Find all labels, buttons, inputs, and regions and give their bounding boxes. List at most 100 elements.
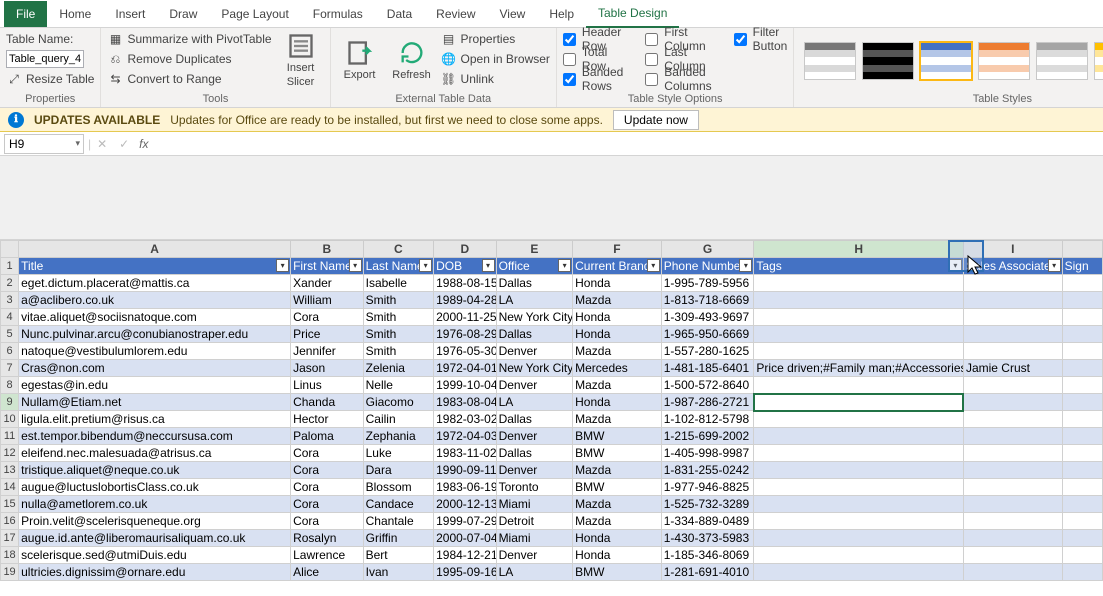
cell-E17[interactable]: Miami <box>496 530 573 547</box>
cell-extra-8[interactable] <box>1062 377 1102 394</box>
convert-range-button[interactable]: ⇆Convert to Range <box>107 70 271 88</box>
cell-G3[interactable]: 1-813-718-6669 <box>661 292 754 309</box>
cell-A19[interactable]: ultricies.dignissim@ornare.edu <box>19 564 291 581</box>
checkbox-header-row[interactable] <box>563 33 576 46</box>
cell-F18[interactable]: Honda <box>573 547 662 564</box>
cell-F4[interactable]: Honda <box>573 309 662 326</box>
cell-H5[interactable] <box>754 326 964 343</box>
cell-A4[interactable]: vitae.aliquet@sociisnatoque.com <box>19 309 291 326</box>
cell-C12[interactable]: Luke <box>363 445 434 462</box>
export-button[interactable]: Export <box>337 30 383 90</box>
cell-C11[interactable]: Zephania <box>363 428 434 445</box>
checkbox-last-column[interactable] <box>645 53 658 66</box>
cell-I3[interactable] <box>963 292 1062 309</box>
row-header-11[interactable]: 11 <box>1 428 19 445</box>
option-banded-rows[interactable]: Banded Rows <box>563 70 623 88</box>
filter-arrow-icon[interactable]: ▾ <box>1048 259 1061 272</box>
unlink-button[interactable]: ⛓Unlink <box>441 70 550 88</box>
filter-arrow-icon[interactable]: ▾ <box>482 259 495 272</box>
tab-view[interactable]: View <box>488 1 538 27</box>
cell-E6[interactable]: Denver <box>496 343 573 360</box>
cell-E11[interactable]: Denver <box>496 428 573 445</box>
column-header-D[interactable]: D <box>434 241 496 258</box>
cell-extra-18[interactable] <box>1062 547 1102 564</box>
cell-C18[interactable]: Bert <box>363 547 434 564</box>
filter-arrow-icon[interactable]: ▾ <box>949 259 962 272</box>
cell-H16[interactable] <box>754 513 964 530</box>
tab-page-layout[interactable]: Page Layout <box>209 1 300 27</box>
cell-B12[interactable]: Cora <box>291 445 364 462</box>
row-header-12[interactable]: 12 <box>1 445 19 462</box>
cell-B6[interactable]: Jennifer <box>291 343 364 360</box>
cell-C14[interactable]: Blossom <box>363 479 434 496</box>
cell-B4[interactable]: Cora <box>291 309 364 326</box>
cell-C19[interactable]: Ivan <box>363 564 434 581</box>
cell-A2[interactable]: eget.dictum.placerat@mattis.ca <box>19 275 291 292</box>
cell-I19[interactable] <box>963 564 1062 581</box>
row-header-3[interactable]: 3 <box>1 292 19 309</box>
cell-B15[interactable]: Cora <box>291 496 364 513</box>
cell-D11[interactable]: 1972-04-03 <box>434 428 496 445</box>
cell-G15[interactable]: 1-525-732-3289 <box>661 496 754 513</box>
cell-extra-5[interactable] <box>1062 326 1102 343</box>
row-header-6[interactable]: 6 <box>1 343 19 360</box>
cell-F11[interactable]: BMW <box>573 428 662 445</box>
table-style-swatch-0[interactable] <box>804 42 856 80</box>
cell-B17[interactable]: Rosalyn <box>291 530 364 547</box>
row-header-8[interactable]: 8 <box>1 377 19 394</box>
cell-F2[interactable]: Honda <box>573 275 662 292</box>
tab-table-design[interactable]: Table Design <box>586 0 679 28</box>
cell-extra-7[interactable] <box>1062 360 1102 377</box>
open-browser-button[interactable]: 🌐Open in Browser <box>441 50 550 68</box>
cell-D4[interactable]: 2000-11-25 <box>434 309 496 326</box>
cell-B18[interactable]: Lawrence <box>291 547 364 564</box>
cell-H9[interactable] <box>754 394 964 411</box>
cell-G18[interactable]: 1-185-346-8069 <box>661 547 754 564</box>
cell-A16[interactable]: Proin.velit@scelerisqueneque.org <box>19 513 291 530</box>
cell-H7[interactable]: Price driven;#Family man;#Accessories <box>754 360 964 377</box>
cell-I6[interactable] <box>963 343 1062 360</box>
cell-B14[interactable]: Cora <box>291 479 364 496</box>
ext-properties-button[interactable]: ▤Properties <box>441 30 550 48</box>
cell-I14[interactable] <box>963 479 1062 496</box>
cell-D13[interactable]: 1990-09-11 <box>434 462 496 479</box>
table-style-swatch-5[interactable] <box>1094 42 1103 80</box>
table-style-swatch-2[interactable] <box>920 42 972 80</box>
cell-H11[interactable] <box>754 428 964 445</box>
cell-E19[interactable]: LA <box>496 564 573 581</box>
cell-H13[interactable] <box>754 462 964 479</box>
column-header-A[interactable]: A <box>19 241 291 258</box>
cell-H10[interactable] <box>754 411 964 428</box>
cell-F12[interactable]: BMW <box>573 445 662 462</box>
cell-D7[interactable]: 1972-04-01 <box>434 360 496 377</box>
cell-D15[interactable]: 2000-12-13 <box>434 496 496 513</box>
filter-arrow-icon[interactable]: ▾ <box>276 259 289 272</box>
cell-D12[interactable]: 1983-11-02 <box>434 445 496 462</box>
fx-icon[interactable]: fx <box>139 137 148 151</box>
cell-F13[interactable]: Mazda <box>573 462 662 479</box>
cell-A8[interactable]: egestas@in.edu <box>19 377 291 394</box>
table-column-tags[interactable]: Tags▾ <box>754 258 964 275</box>
row-header-10[interactable]: 10 <box>1 411 19 428</box>
checkbox-total-row[interactable] <box>563 53 576 66</box>
select-all-corner[interactable] <box>1 241 19 258</box>
cell-F16[interactable]: Mazda <box>573 513 662 530</box>
table-column-last-name[interactable]: Last Name▾ <box>363 258 434 275</box>
cell-E12[interactable]: Dallas <box>496 445 573 462</box>
row-header-1[interactable]: 1 <box>1 258 19 275</box>
cell-H19[interactable] <box>754 564 964 581</box>
row-header-14[interactable]: 14 <box>1 479 19 496</box>
column-header-C[interactable]: C <box>363 241 434 258</box>
option-filter-button[interactable]: Filter Button <box>734 30 788 48</box>
cell-B10[interactable]: Hector <box>291 411 364 428</box>
cell-I12[interactable] <box>963 445 1062 462</box>
cell-E7[interactable]: New York City <box>496 360 573 377</box>
cell-A7[interactable]: Cras@non.com <box>19 360 291 377</box>
cell-F9[interactable]: Honda <box>573 394 662 411</box>
cell-I8[interactable] <box>963 377 1062 394</box>
cell-I4[interactable] <box>963 309 1062 326</box>
cell-extra-15[interactable] <box>1062 496 1102 513</box>
tab-help[interactable]: Help <box>537 1 586 27</box>
spreadsheet[interactable]: ABCDEFGHI 1Title▾First Name▾Last Name▾DO… <box>0 240 1103 581</box>
filter-arrow-icon[interactable]: ▾ <box>558 259 571 272</box>
